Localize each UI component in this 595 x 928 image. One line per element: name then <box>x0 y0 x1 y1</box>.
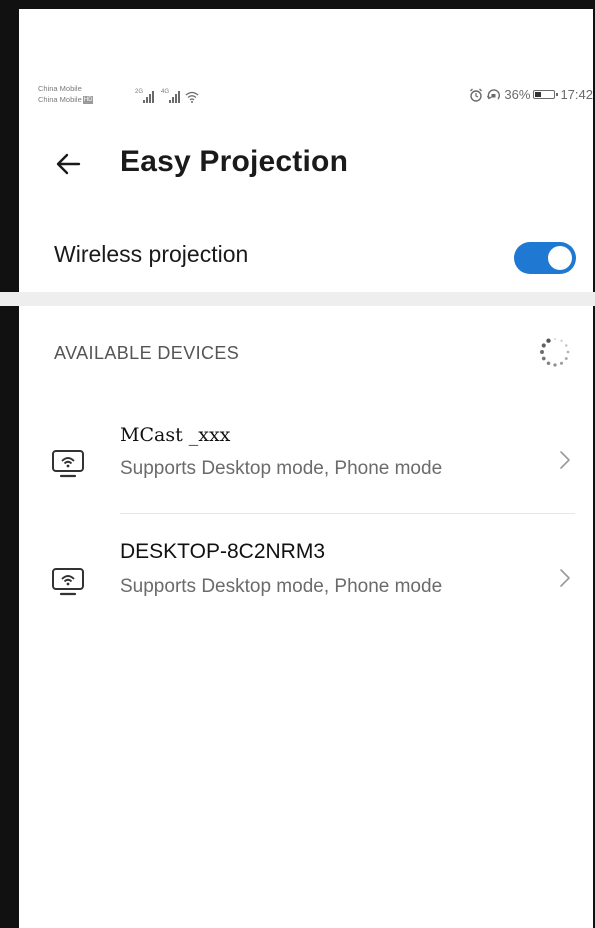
device-item-mcast[interactable]: MCast _xxx Supports Desktop mode, Phone … <box>19 412 593 508</box>
spinner-dot <box>553 363 557 367</box>
wifi-icon <box>185 91 199 103</box>
wireless-projection-toggle[interactable] <box>514 242 576 274</box>
spinner-dot <box>565 344 568 347</box>
spinner-dot <box>559 361 564 365</box>
page-title: Easy Projection <box>120 145 349 178</box>
app-header: Easy Projection <box>19 139 593 189</box>
battery-icon <box>533 90 559 99</box>
spinner-dot <box>540 350 544 354</box>
sim1-tag: 2G <box>135 89 144 95</box>
spinner-dot <box>560 339 563 342</box>
device-subtitle: Supports Desktop mode, Phone mode <box>120 458 443 479</box>
battery-percent: 36% <box>504 87 531 102</box>
spinner-dot <box>564 357 568 360</box>
spinner-dot <box>566 350 570 354</box>
alarm-icon <box>470 88 483 102</box>
status-time: 17:42 <box>560 87 593 102</box>
rotation-lock-icon <box>487 88 501 99</box>
wireless-projection-label: Wireless projection <box>54 241 249 267</box>
carrier-1-label: China Mobile <box>38 84 82 93</box>
battery-fill <box>535 92 542 97</box>
toggle-knob <box>548 246 572 270</box>
wifi-display-icon <box>52 568 84 596</box>
chevron-right-icon <box>560 451 570 469</box>
spinner-dot <box>554 338 556 340</box>
device-subtitle: Supports Desktop mode, Phone mode <box>120 576 443 597</box>
available-devices-header: AVAILABLE DEVICES <box>54 343 240 363</box>
arrow-left-icon[interactable] <box>52 147 86 181</box>
sim2-tag: 4G <box>161 89 170 95</box>
spinner-dot <box>541 356 546 361</box>
chevron-right-icon <box>560 569 570 587</box>
section-divider <box>0 292 595 306</box>
spinner-dot <box>541 343 546 348</box>
screen: China Mobile China Mobile HD 2G 4G 36% 1… <box>0 9 595 928</box>
signal-icon: 4G <box>161 89 180 103</box>
spinner-dot <box>546 338 551 343</box>
wifi-display-icon <box>52 450 84 478</box>
spinner-icon <box>540 338 570 367</box>
carrier-2-label: China Mobile <box>38 95 82 104</box>
device-item-desktop[interactable]: DESKTOP-8C2NRM3 Supports Desktop mode, P… <box>19 530 593 626</box>
carrier-info: China Mobile China Mobile HD <box>38 83 94 105</box>
spinner-dot <box>546 361 551 366</box>
status-bar: China Mobile China Mobile HD 2G 4G 36% 1… <box>19 83 593 117</box>
device-name: DESKTOP-8C2NRM3 <box>120 540 325 563</box>
signal-group: 2G 4G <box>135 87 199 103</box>
device-name: MCast _xxx <box>120 424 231 446</box>
wireless-projection-row[interactable]: Wireless projection <box>19 224 593 294</box>
list-divider <box>120 513 575 514</box>
hd-badge: HD <box>82 96 94 105</box>
signal-icon: 2G <box>135 89 154 103</box>
status-right: 36% 17:42 <box>469 87 593 102</box>
